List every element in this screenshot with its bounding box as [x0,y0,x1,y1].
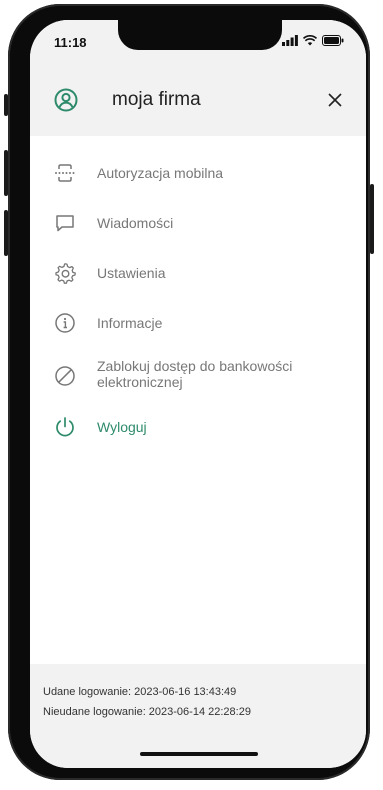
status-icons [282,35,344,46]
home-indicator[interactable] [140,752,258,756]
menu-item-information[interactable]: Informacje [30,312,366,336]
gear-icon [55,263,76,284]
failed-login-text: Nieudane logowanie: 2023-06-14 22:28:29 [43,706,251,718]
close-button[interactable] [322,87,348,113]
side-button-mute [4,94,8,116]
phone-screen: 11:18 moja firma Autoryzacja mobilna Wia… [30,20,366,768]
successful-login-text: Udane logowanie: 2023-06-16 13:43:49 [43,686,237,698]
menu-item-block-access[interactable]: Zablokuj dostęp do bankowości elektronic… [30,358,366,398]
wifi-icon [303,35,317,46]
menu-item-label: Wyloguj [97,419,147,435]
close-icon [328,93,342,107]
menu-item-label: Autoryzacja mobilna [97,165,224,181]
menu-item-settings[interactable]: Ustawienia [30,262,366,286]
menu-item-messages[interactable]: Wiadomości [30,212,366,236]
block-icon [55,366,75,386]
user-icon [54,88,78,112]
menu-item-label: Ustawienia [97,265,166,281]
side-button-volume-down [4,210,8,256]
phone-frame: 11:18 moja firma Autoryzacja mobilna Wia… [4,4,374,780]
menu-item-logout[interactable]: Wyloguj [30,416,366,440]
battery-icon [322,35,344,46]
side-button-volume-up [4,150,8,196]
status-bar: 11:18 [30,20,366,64]
menu-item-mobile-authorization[interactable]: Autoryzacja mobilna [30,162,366,186]
info-icon [55,313,75,333]
power-icon [56,417,74,437]
menu-item-label: Informacje [97,315,163,331]
page-title: moja firma [112,89,201,110]
message-icon [56,215,74,232]
status-time: 11:18 [54,35,87,50]
mobile-authorization-icon [55,164,75,182]
notch [118,20,282,50]
side-button-power [370,184,374,254]
menu-item-label: Wiadomości [97,215,174,231]
menu-item-label: Zablokuj dostęp do bankowości elektronic… [97,358,293,390]
menu-header: moja firma [30,64,366,136]
signal-icon [282,35,298,46]
